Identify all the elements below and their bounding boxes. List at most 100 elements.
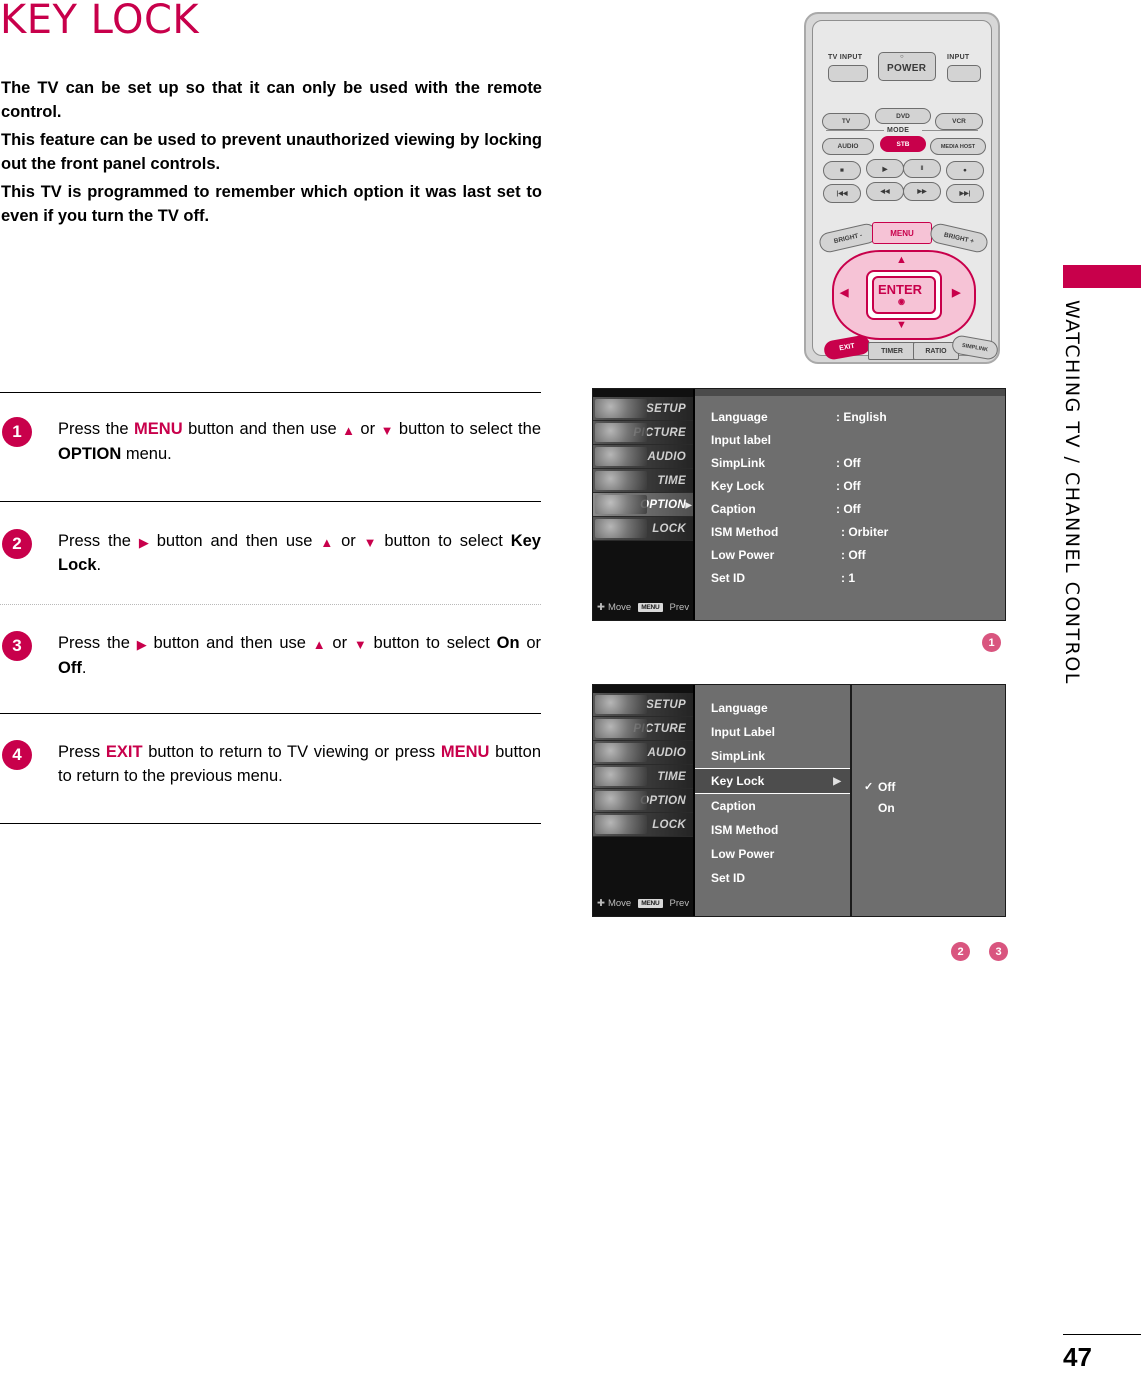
osd2-option-off-label: Off [878, 779, 896, 794]
step-3-off-keyword: Off [58, 658, 82, 677]
osd1-row-low-power[interactable]: Low Power: Off [695, 543, 1005, 566]
remote-control-illustration: TV INPUT ○ POWER INPUT TV DVD VCR MODE A… [804, 12, 1000, 364]
nav-left-icon[interactable]: ◀ [840, 286, 849, 299]
step-2-text: Press the ▶ button and then use ▲ or ▼ b… [58, 529, 541, 579]
osd2-menu-audio[interactable]: AUDIO [593, 741, 693, 765]
osd1-row-caption[interactable]: Caption: Off [695, 497, 1005, 520]
step-1-option-keyword: OPTION [58, 444, 122, 463]
step-1-seg-4: or [354, 420, 381, 438]
step-4-text: Press EXIT button to return to TV viewin… [58, 740, 541, 790]
osd1-prev-label: Prev [669, 601, 690, 613]
osd2-value-panel: ✓ Off On [852, 685, 1005, 916]
osd2-item-caption[interactable]: Caption [695, 794, 850, 818]
osd2-item-low-power[interactable]: Low Power [695, 842, 850, 866]
stop-button[interactable]: ■ [823, 161, 861, 180]
osd1-row-ism-method[interactable]: ISM Method: Orbiter [695, 520, 1005, 543]
media-host-button[interactable]: MEDIA HOST [930, 138, 986, 155]
section-label: WATCHING TV / CHANNEL CONTROL [1061, 300, 1083, 685]
osd2-move-hint: ✚ Move [597, 898, 631, 909]
osd2-item-key-lock[interactable]: Key Lock ▶ [695, 768, 850, 794]
tv-mode-button[interactable]: TV [822, 113, 870, 130]
osd1-menu-picture[interactable]: PICTURE [593, 421, 693, 445]
step-2-seg-6: button to select [376, 531, 511, 550]
osd2-option-off[interactable]: ✓ Off [852, 776, 1005, 797]
osd1-menu-audio[interactable]: AUDIO [593, 445, 693, 469]
osd1-row-simplink[interactable]: SimpLink : Off [695, 451, 1005, 474]
dpad-icon: ✚ [597, 601, 605, 613]
audio-thumb-icon [595, 743, 647, 762]
osd2-item-simplink[interactable]: SimpLink [695, 744, 850, 768]
osd1-row-language-value: : English [836, 409, 887, 424]
osd1-menu-lock[interactable]: LOCK [593, 517, 693, 541]
osd2-option-on[interactable]: On [852, 797, 1005, 818]
osd1-menu-setup[interactable]: SETUP [593, 397, 693, 421]
mode-label: MODE [887, 127, 910, 134]
option-thumb-icon [595, 791, 647, 810]
osd2-option-list: Language Input Label SimpLink Key Lock ▶ … [695, 685, 852, 916]
play-button[interactable]: ▶ [866, 159, 904, 178]
osd1-row-key-lock-value: : Off [836, 478, 861, 493]
osd1-row-language[interactable]: Language: English [695, 405, 1005, 428]
steps-list: 1 Press the MENU button and then use ▲ o… [0, 392, 541, 824]
osd2-item-language[interactable]: Language [695, 696, 850, 720]
osd1-menu-time[interactable]: TIME [593, 469, 693, 493]
dvd-mode-button[interactable]: DVD [875, 108, 931, 124]
osd2-menu-time[interactable]: TIME [593, 765, 693, 789]
osd1-row-simplink-label: SimpLink [711, 455, 766, 470]
osd2-menu-option[interactable]: OPTION [593, 789, 693, 813]
osd1-menu-time-label: TIME [657, 474, 686, 487]
steps-divider-bottom [0, 823, 541, 824]
nav-up-icon[interactable]: ▲ [896, 254, 907, 266]
osd1-step-badge: 1 [982, 633, 1001, 652]
chevron-right-icon: ▶ [685, 500, 692, 509]
power-symbol-icon: ○ [900, 54, 904, 60]
up-arrow-icon: ▲ [320, 534, 334, 550]
menu-button[interactable]: MENU [872, 222, 932, 244]
tv-input-button[interactable] [828, 65, 868, 82]
step-3-seg-0: Press the [58, 634, 137, 652]
mode-rule-left [826, 130, 884, 131]
section-tab-marker [1063, 265, 1141, 288]
timer-button[interactable]: TIMER [868, 342, 916, 360]
osd1-row-simplink-value: : Off [836, 455, 861, 470]
osd2-menu-picture[interactable]: PICTURE [593, 717, 693, 741]
audio-mode-button[interactable]: AUDIO [822, 138, 874, 155]
osd2-prev-label: Prev [669, 897, 690, 909]
osd2-item-ism-method[interactable]: ISM Method [695, 818, 850, 842]
osd1-footer: ✚ Move MENU Prev [597, 600, 689, 614]
fast-forward-button[interactable]: ▶▶ [903, 182, 941, 201]
osd1-row-key-lock[interactable]: Key Lock: Off [695, 474, 1005, 497]
step-1-menu-keyword: MENU [134, 420, 183, 438]
rewind-button[interactable]: ◀◀ [866, 182, 904, 201]
osd1-row-ism-method-label: ISM Method [711, 524, 779, 539]
osd2-item-simplink-label: SimpLink [711, 749, 766, 763]
input-button[interactable] [947, 65, 981, 82]
pause-button[interactable]: ‖ [903, 159, 941, 178]
osd1-row-set-id-value: : 1 [841, 570, 856, 585]
step-4-seg-0: Press [58, 742, 106, 761]
step-3-seg-8: or [519, 634, 541, 652]
page-title: KEY LOCK [0, 0, 200, 43]
nav-right-icon[interactable]: ▶ [952, 286, 961, 299]
osd1-row-input-label[interactable]: Input label [695, 428, 1005, 451]
record-button[interactable]: ● [946, 161, 984, 180]
osd2-menu-lock[interactable]: LOCK [593, 813, 693, 837]
osd1-menu-option[interactable]: OPTION ▶ [593, 493, 693, 517]
osd2-item-ism-method-label: ISM Method [711, 823, 779, 837]
step-2-seg-2: button and then use [148, 531, 321, 550]
vcr-mode-button[interactable]: VCR [935, 113, 983, 130]
input-label: INPUT [947, 54, 970, 61]
osd2-item-set-id[interactable]: Set ID [695, 866, 850, 890]
stb-mode-button[interactable]: STB [880, 136, 926, 152]
skip-back-button[interactable]: |◀◀ [823, 184, 861, 203]
up-arrow-icon: ▲ [312, 637, 326, 652]
nav-down-icon[interactable]: ▼ [896, 319, 907, 331]
step-1: 1 Press the MENU button and then use ▲ o… [0, 393, 541, 501]
osd1-row-set-id[interactable]: Set ID : 1 [695, 566, 1005, 589]
osd1-row-set-id-label: Set ID [711, 570, 746, 585]
enter-dot-icon: ◉ [898, 297, 906, 306]
osd2-menu-setup[interactable]: SETUP [593, 693, 693, 717]
time-thumb-icon [595, 471, 647, 490]
osd2-item-input-label[interactable]: Input Label [695, 720, 850, 744]
skip-forward-button[interactable]: ▶▶| [946, 184, 984, 203]
